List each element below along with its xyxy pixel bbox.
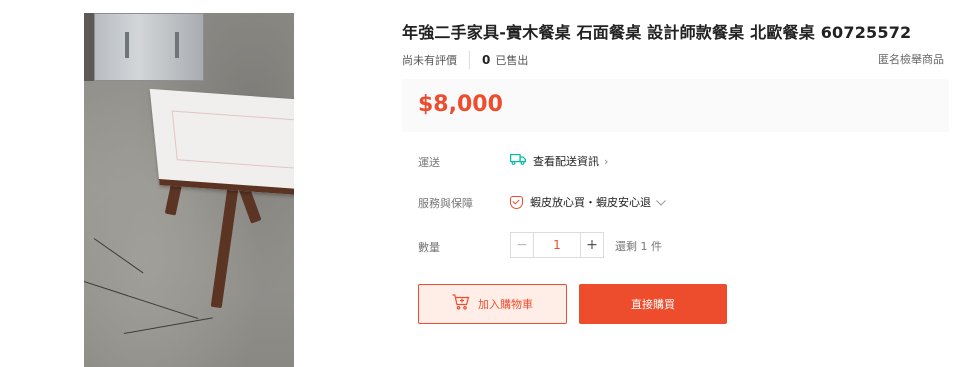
photo-fridge	[94, 13, 204, 81]
buy-now-button[interactable]: 直接購買	[579, 284, 727, 324]
product-price: $8,000	[418, 92, 503, 117]
product-image[interactable]	[84, 13, 294, 367]
shipping-link[interactable]: 查看配送資訊	[533, 153, 599, 169]
service-label: 服務與保障	[418, 197, 473, 210]
quantity-stepper: − 1 +	[510, 232, 604, 258]
product-title: 年強二手家具-實木餐桌 石面餐桌 設計師款餐桌 北歐餐桌 60725572	[402, 23, 912, 42]
photo-table-top	[149, 88, 294, 203]
quantity-label: 數量	[418, 241, 440, 254]
cart-icon	[452, 294, 470, 314]
truck-icon	[510, 154, 526, 168]
photo-fridge-handle	[125, 32, 129, 58]
stock-text: 還剩 1 件	[615, 240, 662, 253]
shield-check-icon	[510, 195, 523, 209]
photo-fridge-handle	[175, 32, 179, 58]
report-link[interactable]: 匿名檢舉商品	[878, 51, 944, 67]
service-text[interactable]: 蝦皮放心買・蝦皮安心退	[530, 194, 651, 210]
rating-text[interactable]: 尚未有評價	[402, 52, 457, 68]
chevron-right-icon: ›	[604, 154, 609, 168]
quantity-increase-button[interactable]: +	[580, 232, 604, 258]
quantity-decrease-button[interactable]: −	[510, 232, 534, 258]
shipping-label: 運送	[418, 156, 440, 169]
add-to-cart-label: 加入購物車	[478, 298, 533, 311]
quantity-input[interactable]: 1	[534, 232, 580, 258]
add-to-cart-button[interactable]: 加入購物車	[418, 284, 567, 324]
sold-label: 已售出	[495, 54, 529, 67]
meta-divider	[469, 51, 470, 69]
service-guarantee[interactable]: 蝦皮放心買・蝦皮安心退	[510, 194, 666, 210]
sold-count: 0	[482, 53, 491, 67]
price-box: $8,000	[402, 79, 949, 132]
product-meta: 尚未有評價 0 已售出	[402, 51, 528, 69]
shipping-info[interactable]: 查看配送資訊 ›	[510, 153, 608, 169]
chevron-down-icon	[656, 196, 666, 209]
